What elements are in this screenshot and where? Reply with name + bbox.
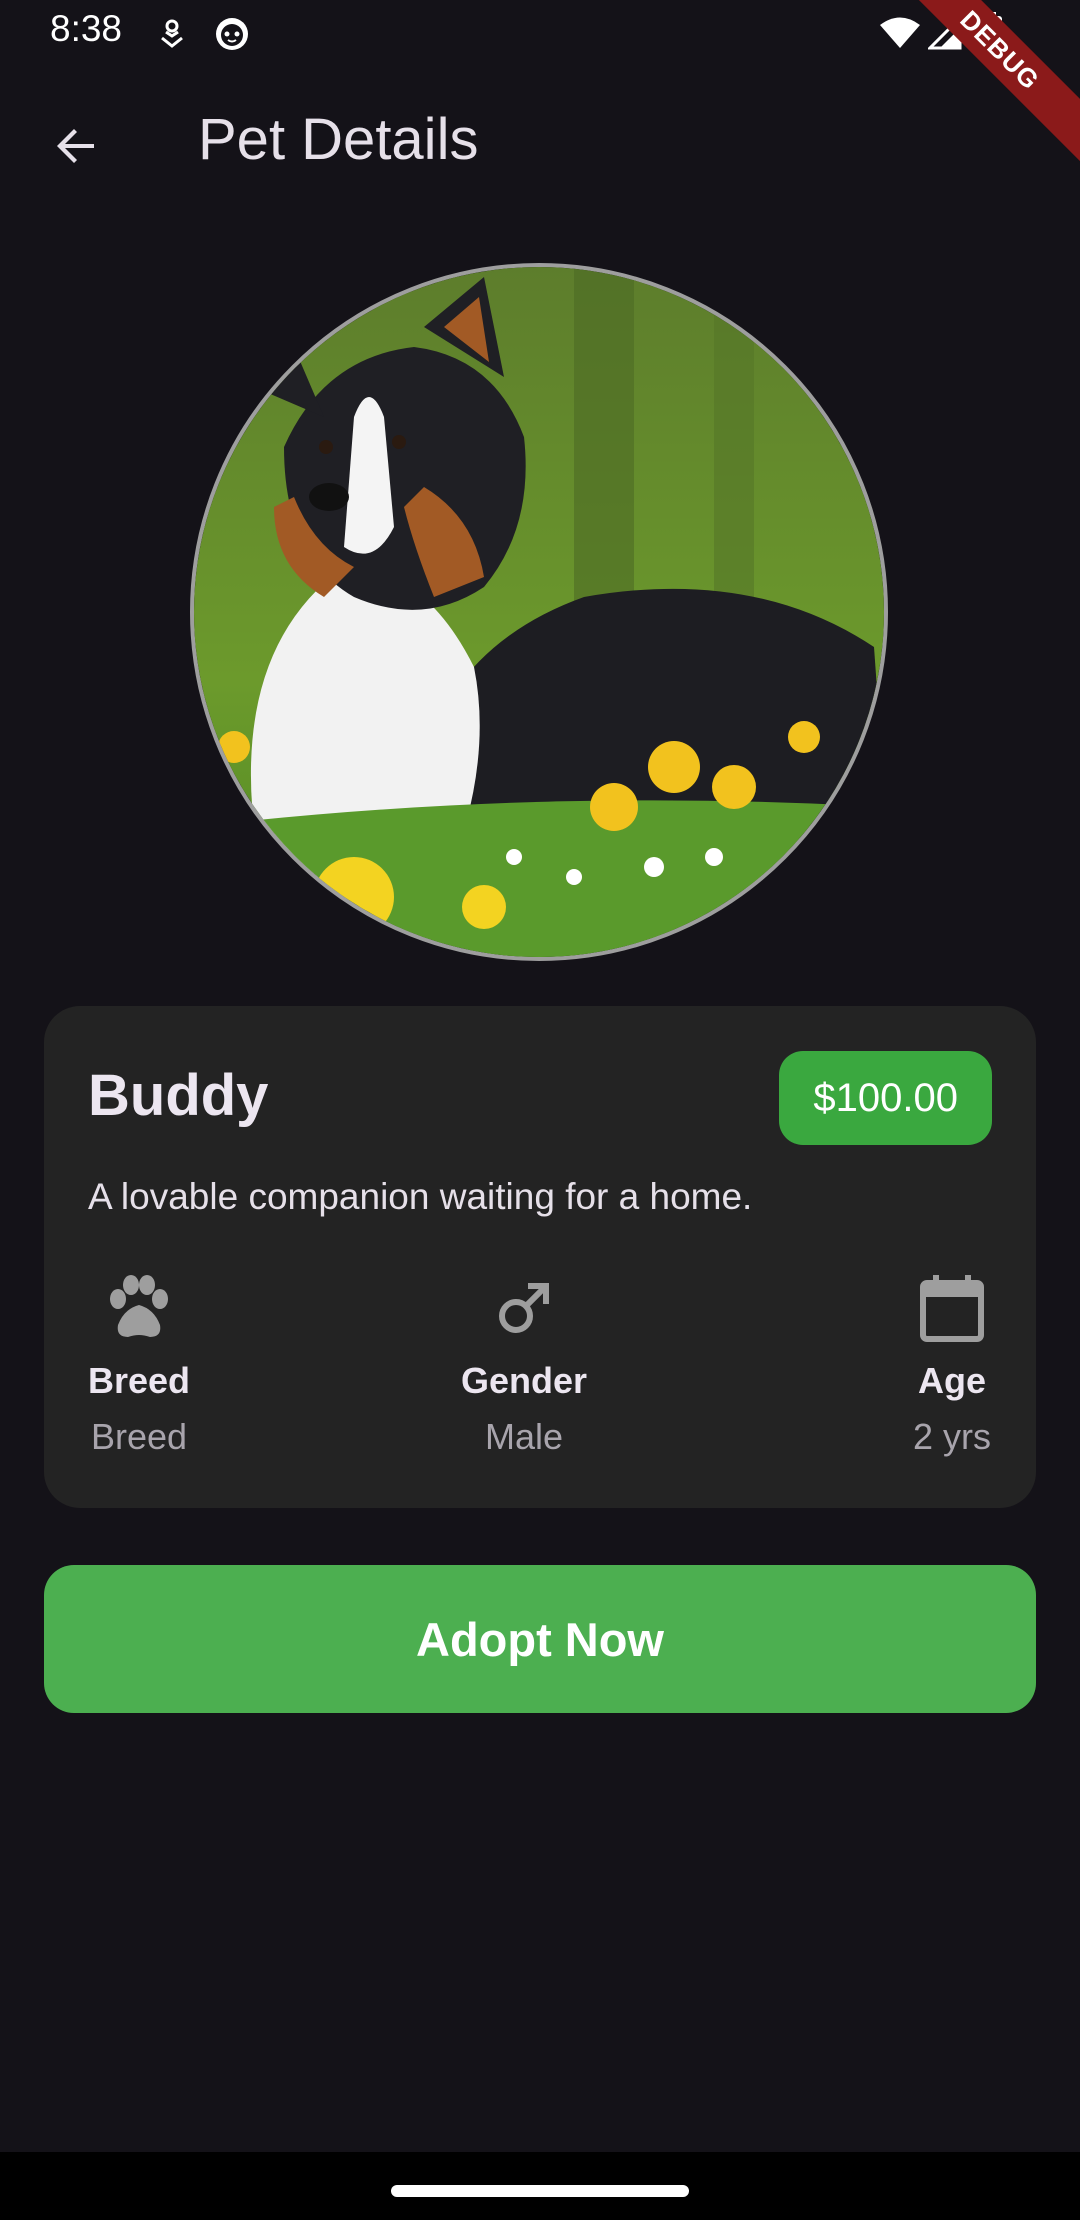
stat-value: 2 yrs [912, 1416, 991, 1457]
adopt-now-label: Adopt Now [416, 1612, 664, 1666]
price-text: $100.00 [813, 1075, 958, 1120]
stat-label: Breed [88, 1360, 191, 1401]
back-button[interactable] [40, 112, 112, 184]
stat-label: Gender [460, 1360, 588, 1401]
stat-breed: Breed Breed [88, 1268, 190, 1458]
wifi-icon [880, 16, 920, 55]
pet-name: Buddy [88, 1063, 269, 1128]
adopt-now-button[interactable]: Adopt Now [44, 1565, 1036, 1713]
stat-value: Breed [90, 1416, 188, 1457]
system-nav-bar [0, 2152, 1080, 2220]
stat-age: Age 2 yrs [912, 1268, 992, 1458]
calendar-icon [912, 1268, 992, 1348]
status-time: 8:38 [50, 8, 123, 49]
app-bar: Pet Details [0, 66, 1080, 216]
stat-value: Male [484, 1416, 564, 1457]
pet-info-card: Buddy $100.00 A lovable companion waitin… [44, 1006, 1036, 1508]
home-indicator[interactable] [391, 2185, 689, 2197]
price-badge: $100.00 [779, 1051, 992, 1145]
status-bar: 8:38 [0, 0, 1080, 66]
paw-icon [99, 1268, 179, 1348]
stat-gender: Gender Male [424, 1268, 624, 1458]
cat-face-icon [213, 14, 251, 57]
page-title: Pet Details [198, 107, 479, 172]
male-icon [484, 1268, 564, 1348]
pet-details-screen: 8:38 DEBUG Pet Details Buddy $100.00 A l… [0, 0, 1080, 2220]
stat-label: Age [917, 1360, 986, 1401]
notification-icon [158, 16, 186, 55]
arrow-back-icon [52, 122, 100, 175]
pet-photo [190, 263, 888, 961]
pet-description: A lovable companion waiting for a home. [88, 1176, 753, 1217]
